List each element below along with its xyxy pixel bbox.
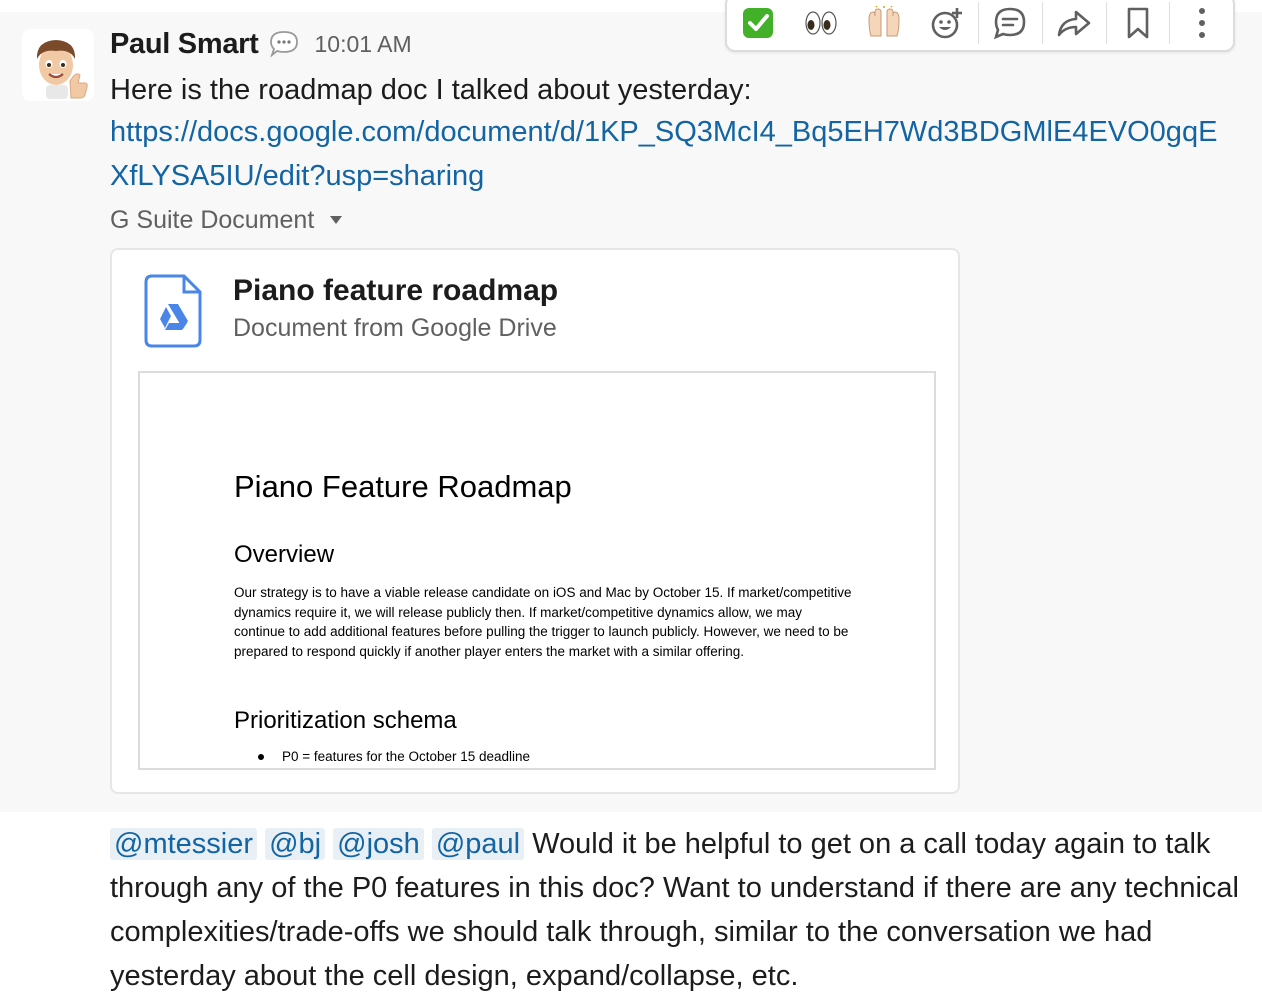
bookmark-icon	[1127, 7, 1149, 39]
save-for-later-button[interactable]	[1107, 0, 1170, 50]
reply-in-thread-button[interactable]	[979, 0, 1042, 50]
avatar[interactable]	[22, 29, 94, 101]
more-actions-icon	[1198, 8, 1205, 38]
google-drive-doc-icon	[144, 274, 202, 348]
preview-heading: Piano Feature Roadmap	[234, 469, 572, 504]
attachment-card: Piano feature roadmap Document from Goog…	[110, 248, 960, 794]
preview-bullet: P0 = features for the October 15 deadlin…	[258, 749, 530, 764]
message-header: Paul Smart 10:01 AM	[110, 24, 412, 64]
caret-down-icon	[330, 216, 343, 224]
attachment-type-label: G Suite Document	[110, 206, 315, 234]
attachment-subtitle: Document from Google Drive	[233, 314, 557, 342]
document-link[interactable]: https://docs.google.com/document/d/1KP_S…	[110, 110, 1230, 198]
react-white-check-mark-button[interactable]	[727, 0, 790, 50]
memoji-avatar-icon	[36, 40, 88, 99]
status-speech-bubble-icon	[267, 29, 301, 59]
attachment-collapse-toggle[interactable]: G Suite Document	[110, 200, 343, 240]
followup-message: @mtessier @bj @josh @paul Would it be he…	[110, 822, 1240, 998]
white-check-mark-icon	[743, 8, 774, 38]
share-icon	[1057, 10, 1091, 37]
react-raised-hands-button[interactable]	[853, 0, 916, 50]
react-eyes-button[interactable]	[790, 0, 853, 50]
mention-paul[interactable]: @paul	[431, 828, 525, 860]
add-reaction-button[interactable]	[915, 0, 978, 50]
document-preview[interactable]: Piano Feature Roadmap Overview Our strat…	[138, 371, 936, 770]
raised-hands-icon	[868, 6, 900, 37]
preview-section-overview: Overview	[234, 541, 335, 568]
sender-name[interactable]: Paul Smart	[110, 28, 259, 61]
mention-josh[interactable]: @josh	[333, 828, 424, 860]
mention-mtessier[interactable]: @mtessier	[110, 828, 258, 860]
message-text: Here is the roadmap doc I talked about y…	[110, 74, 752, 106]
attachment-title[interactable]: Piano feature roadmap	[233, 274, 558, 308]
message-timestamp[interactable]: 10:01 AM	[315, 31, 412, 58]
bullet-dot	[258, 753, 264, 760]
eyes-icon	[805, 11, 837, 35]
reply-in-thread-icon	[994, 7, 1026, 40]
preview-paragraph: Our strategy is to have a viable release…	[234, 585, 852, 659]
mention-bj[interactable]: @bj	[265, 828, 326, 860]
add-reaction-icon	[931, 8, 962, 39]
share-message-button[interactable]	[1043, 0, 1106, 50]
message-actions-toolbar	[725, 0, 1235, 52]
more-actions-button[interactable]	[1170, 0, 1233, 50]
preview-bullet-text: P0 = features for the October 15 deadlin…	[282, 749, 531, 764]
preview-section-prioritization: Prioritization schema	[234, 707, 457, 734]
